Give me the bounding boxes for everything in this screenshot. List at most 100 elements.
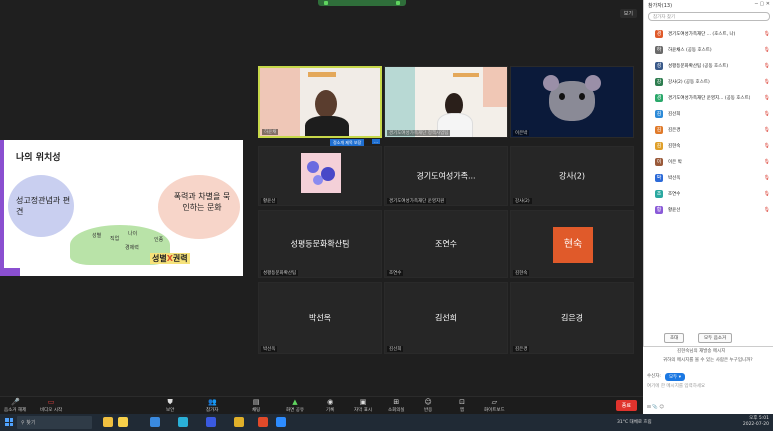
start-video-button[interactable]: ▭ 비디오 시작 bbox=[40, 398, 62, 414]
mic-muted-icon[interactable]: 🎙 bbox=[764, 143, 770, 149]
participant-row[interactable]: 강 강사(2) (공동 호스트) 🎙 bbox=[644, 77, 773, 88]
chat-tools[interactable]: ⊟ 📎 ☺ bbox=[647, 405, 664, 410]
chat-recipient-select[interactable]: 모두 ▾ bbox=[665, 373, 685, 381]
captions-button[interactable]: ▣ 자막 표시 bbox=[354, 399, 372, 414]
video-tile[interactable]: 이은박 bbox=[510, 66, 634, 138]
video-off-icon: ▭ bbox=[47, 398, 55, 406]
slide-title: 나의 위치성 bbox=[16, 153, 61, 163]
share-screen-button[interactable]: ▲ 화면 공유 bbox=[286, 399, 304, 414]
participant-row[interactable]: 성 성평등문화확산팀 (공동 호스트) 🎙 bbox=[644, 61, 773, 72]
tile-center-name: 박선옥 bbox=[308, 313, 332, 323]
apps-button[interactable]: ⊡ 앱 bbox=[458, 398, 466, 414]
participant-avatar: 성 bbox=[655, 62, 663, 70]
mute-all-button[interactable]: 모두 음소거 bbox=[698, 333, 733, 343]
tile-center-name: 경기도여성가족... bbox=[416, 171, 476, 181]
slide-left-blob: 성고정관념과 편견 bbox=[8, 175, 74, 237]
participant-row[interactable]: 경 경기도여성가족재단 ... (호스트, 나) 🎙 bbox=[644, 29, 773, 40]
zoom-icon[interactable] bbox=[276, 417, 286, 427]
participant-avatar: 경 bbox=[655, 94, 663, 102]
participant-row[interactable]: 김 김현숙 🎙 bbox=[644, 141, 773, 152]
video-tile[interactable]: 조연수 조연수 bbox=[384, 210, 508, 278]
whiteboard-button[interactable]: ▱ 화이트보드 bbox=[484, 399, 505, 414]
slide-word: 경제력 bbox=[125, 245, 139, 251]
participants-label: 참가자 bbox=[206, 408, 219, 413]
screen: 보기 하윤채 경기도여성가족재단 정책사업팀 이은박 정소개 제목 보장 … 나… bbox=[0, 0, 773, 431]
apps-label: 앱 bbox=[459, 408, 465, 413]
participant-name: 김현숙 bbox=[668, 144, 681, 149]
participant-row[interactable]: 조 조연수 🎙 bbox=[644, 189, 773, 200]
participant-row[interactable]: 경 경기도여성가족재단 운영지... (공동 호스트) 🎙 bbox=[644, 93, 773, 104]
participant-row[interactable]: 박 박선옥 🎙 bbox=[644, 173, 773, 184]
video-tile[interactable]: 황윤선 bbox=[258, 146, 382, 206]
video-tile[interactable]: 현숙 김현숙 bbox=[510, 210, 634, 278]
mic-muted-icon[interactable]: 🎙 bbox=[764, 63, 770, 69]
more-icon[interactable]: … bbox=[372, 139, 380, 144]
participant-row[interactable]: 김 김선희 🎙 bbox=[644, 109, 773, 120]
app-icon[interactable] bbox=[150, 417, 160, 427]
breakout-rooms-button[interactable]: ⊞ 소회의실 bbox=[388, 398, 405, 414]
mic-muted-icon[interactable]: 🎙 bbox=[764, 207, 770, 213]
reactions-button[interactable]: ☺ 반응 bbox=[424, 399, 432, 414]
participant-name: 경기도여성가족재단 ... (호스트, 나) bbox=[668, 32, 736, 37]
participant-row[interactable]: 김 김은경 🎙 bbox=[644, 125, 773, 136]
mic-muted-icon[interactable]: 🎙 bbox=[764, 47, 770, 53]
folder-icon[interactable] bbox=[234, 417, 244, 427]
tile-center-name: 성평등문화확산팀 bbox=[290, 239, 350, 249]
participant-name: 성평등문화확산팀 (공동 호스트) bbox=[668, 64, 729, 69]
security-button[interactable]: ⛊ 보안 bbox=[166, 399, 174, 414]
tile-name: 이은박 bbox=[513, 130, 530, 136]
participant-row[interactable]: 이 이은 박 🎙 bbox=[644, 157, 773, 168]
mic-muted-icon[interactable]: 🎙 bbox=[764, 191, 770, 197]
chat-button[interactable]: ▤ 채팅 bbox=[252, 399, 260, 414]
app-icon[interactable] bbox=[118, 417, 128, 427]
screen-share-indicator[interactable] bbox=[318, 0, 406, 6]
panel-title: 참가자(13) bbox=[648, 3, 673, 9]
mic-muted-icon[interactable]: 🎙 bbox=[764, 159, 770, 165]
app-icon[interactable] bbox=[206, 417, 216, 427]
mic-muted-icon[interactable]: 🎙 bbox=[764, 95, 770, 101]
mute-button[interactable]: 🎤 음소거 해제 bbox=[4, 399, 26, 414]
participant-row[interactable]: 황 황윤선 🎙 bbox=[644, 205, 773, 216]
video-tile[interactable]: 경기도여성가족재단 정책사업팀 bbox=[384, 66, 508, 138]
video-tile[interactable]: 경기도여성가족... 경기도여성가족재단 운영지원 bbox=[384, 146, 508, 206]
participants-button[interactable]: 👥 참가자 bbox=[206, 399, 219, 414]
weather-widget[interactable]: 31°C 대체로 흐림 bbox=[617, 419, 652, 425]
record-button[interactable]: ◉ 기록 bbox=[326, 399, 334, 414]
tile-name: 하윤채 bbox=[262, 129, 279, 135]
video-tile-speaker[interactable]: 하윤채 bbox=[258, 66, 382, 138]
banner-logo bbox=[453, 73, 479, 77]
windows-taskbar: ⚲ 찾기 31°C 대체로 흐림 오후 5:01 2022-07-20 bbox=[0, 414, 773, 431]
chat-input[interactable]: 여기에 한 메시지를 입력하세요 bbox=[647, 383, 705, 389]
edge-icon[interactable] bbox=[178, 417, 188, 427]
video-tile[interactable]: 김선희 김선희 bbox=[384, 282, 508, 354]
app-icon[interactable] bbox=[258, 417, 268, 427]
avatar-eye bbox=[559, 93, 565, 100]
mic-muted-icon[interactable]: 🎙 bbox=[764, 111, 770, 117]
tile-name: 강사(2) bbox=[513, 198, 532, 204]
slide-word: 나이 bbox=[128, 231, 138, 237]
shared-slide: 나의 위치성 성고정관념과 편견 폭력과 차별을 묵인하는 문화 성별 직업 나… bbox=[0, 140, 243, 276]
mic-muted-icon[interactable]: 🎙 bbox=[764, 127, 770, 133]
participant-row[interactable]: 하 하윤채스 (공동 호스트) 🎙 bbox=[644, 45, 773, 56]
panel-window-controls[interactable]: ─ ▢ ✕ bbox=[755, 1, 770, 7]
video-tile[interactable]: 김은경 김은경 bbox=[510, 282, 634, 354]
video-tile[interactable]: 성평등문화확산팀 성평등문화확산팀 bbox=[258, 210, 382, 278]
mic-muted-icon[interactable]: 🎙 bbox=[764, 31, 770, 37]
mic-muted-icon[interactable]: 🎙 bbox=[764, 79, 770, 85]
app-icon[interactable] bbox=[103, 417, 113, 427]
chat-panel: 김현숙님의 재발송 메시지 귀하의 메시지를 볼 수 있는 사람은 누구입니까?… bbox=[643, 346, 773, 414]
avatar-eye bbox=[579, 93, 585, 100]
video-tile[interactable]: 강사(2) 강사(2) bbox=[510, 146, 634, 206]
apps-icon: ⊡ bbox=[459, 398, 465, 406]
chat-privacy-note: 귀하의 메시지를 볼 수 있는 사람은 누구입니까? bbox=[663, 358, 753, 363]
video-tile[interactable]: 박선옥 박선옥 bbox=[258, 282, 382, 354]
mic-muted-icon[interactable]: 🎙 bbox=[764, 175, 770, 181]
windows-start-icon[interactable] bbox=[5, 418, 13, 426]
taskbar-search-input[interactable]: ⚲ 찾기 bbox=[17, 416, 92, 429]
participant-search-input[interactable]: 참가자 찾기 bbox=[648, 12, 770, 21]
system-clock[interactable]: 오후 5:01 2022-07-20 bbox=[743, 416, 769, 428]
end-meeting-button[interactable]: 종료 bbox=[615, 400, 637, 411]
invite-button[interactable]: 초대 bbox=[664, 333, 685, 343]
view-button[interactable]: 보기 bbox=[619, 9, 637, 18]
breakout-icon: ⊞ bbox=[393, 398, 400, 406]
